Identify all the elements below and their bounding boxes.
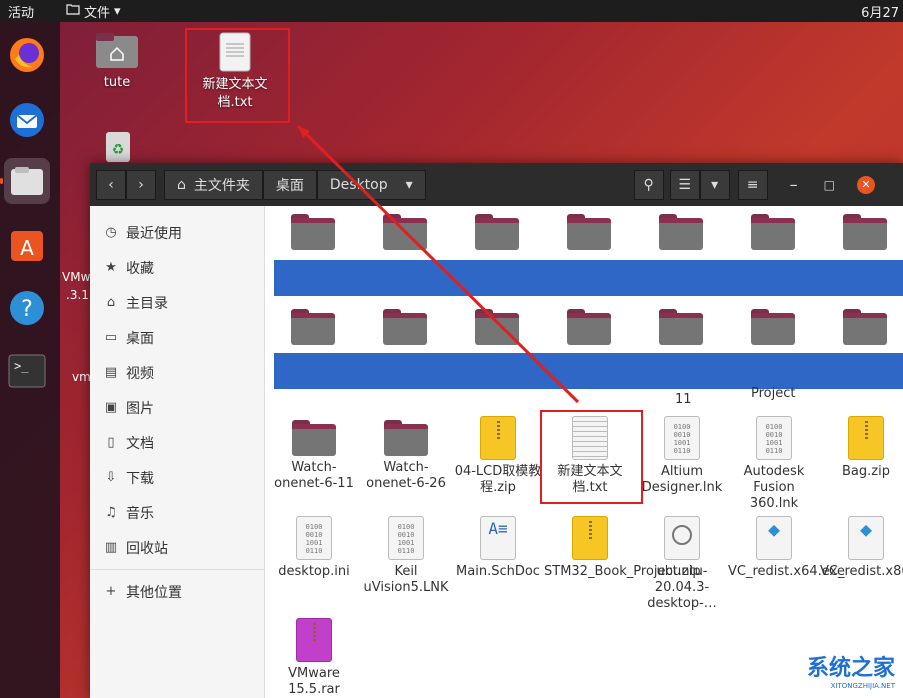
watermark-subtext: XITONGZHIJIA.NET [830,682,895,690]
watermark: 系统之家 XITONGZHIJIA.NET [807,650,895,690]
watermark-text: 系统之家 [806,656,895,681]
annotation-arrow [296,124,580,404]
